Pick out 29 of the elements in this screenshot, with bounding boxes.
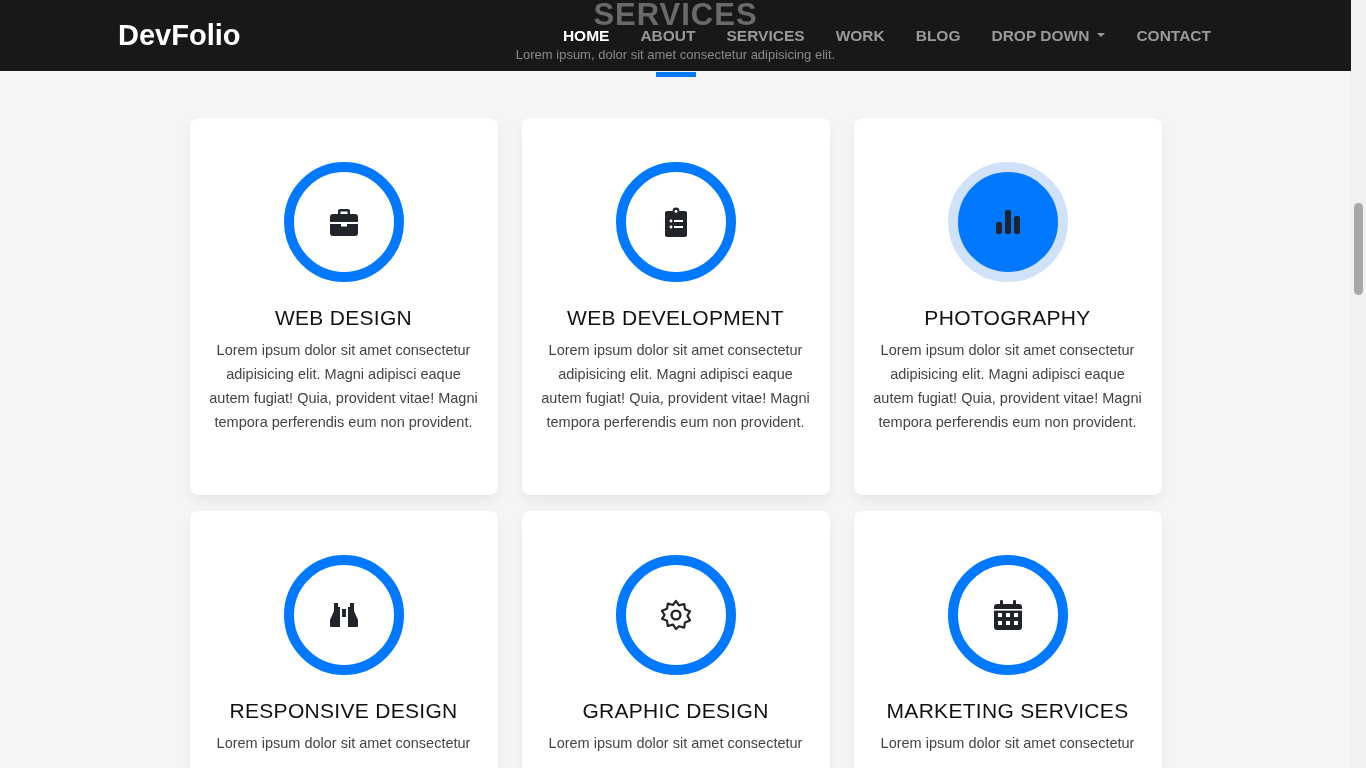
service-title: WEB DESIGN (274, 306, 413, 330)
caret-icon (1097, 33, 1106, 38)
scrollbar[interactable] (1351, 0, 1366, 768)
service-title: MARKETING SERVICES (886, 699, 1129, 723)
briefcase-icon (327, 206, 360, 238)
nav-link[interactable]: BLOG (915, 26, 961, 45)
scrollbar-thumb[interactable] (1354, 203, 1363, 295)
nav-link[interactable]: HOME (562, 26, 610, 45)
brand-logo[interactable]: DevFolio (118, 19, 241, 52)
service-description: Lorem ipsum dolor sit amet consectetur adipisicing elit. Magni adipisci eaque autem fugiat! Quia, provident vitae! Magni tempora perferendis eum non provident. (540, 341, 811, 432)
service-title: RESPONSIVE DESIGN (229, 699, 458, 723)
nav-link[interactable]: CONTACT (1136, 26, 1211, 45)
service-description: Lorem ipsum dolor sit amet consectetur (548, 734, 803, 753)
section-title: SERVICES (593, 0, 758, 29)
service-description: Lorem ipsum dolor sit amet consectetur adipisicing elit. Magni adipisci eaque autem fugiat! Quia, provident vitae! Magni tempora perferendis eum non provident. (872, 341, 1143, 432)
service-description: Lorem ipsum dolor sit amet consectetur adipisicing elit. Magni adipisci eaque autem fugiat! Quia, provident vitae! Magni tempora perferendis eum non provident. (208, 341, 479, 432)
title-underline (655, 72, 696, 77)
nav-link[interactable]: SERVICES (726, 26, 805, 45)
service-description: Lorem ipsum dolor sit amet consectetur (880, 734, 1135, 753)
service-title: GRAPHIC DESIGN (582, 699, 769, 723)
nav-link[interactable]: DROP DOWN (991, 26, 1106, 45)
service-title: WEB DEVELOPMENT (567, 306, 784, 330)
service-description: Lorem ipsum dolor sit amet consectetur (216, 734, 471, 753)
nav-link[interactable]: WORK (835, 26, 885, 45)
calendar-icon (991, 599, 1024, 631)
gear-icon (659, 599, 692, 631)
service-title: PHOTOGRAPHY (924, 306, 1091, 330)
section-subtitle: Lorem ipsum, dolor sit amet consectetur adipisicing elit. (515, 47, 836, 63)
nav-link[interactable]: ABOUT (640, 26, 696, 45)
